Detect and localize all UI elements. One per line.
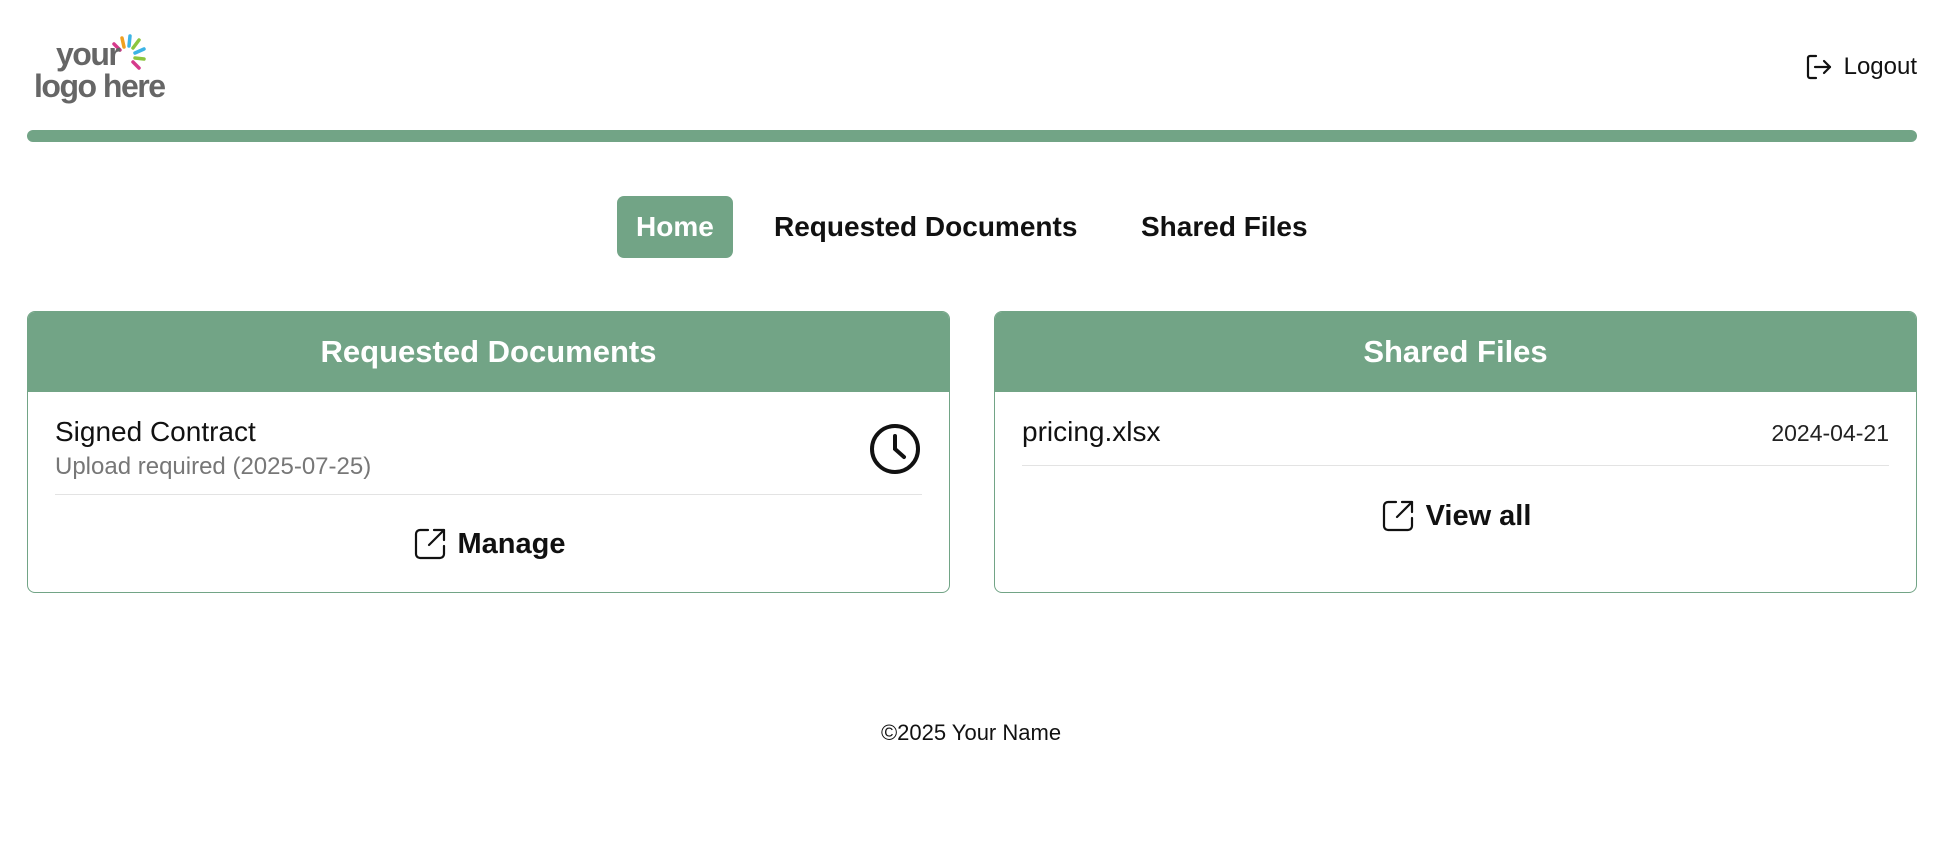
manage-label: Manage bbox=[457, 527, 566, 560]
clock-icon bbox=[870, 424, 920, 474]
logout-icon bbox=[1806, 54, 1831, 80]
header-accent-bar bbox=[27, 130, 1917, 142]
file-name: pricing.xlsx bbox=[1022, 416, 1161, 447]
logo-text-line2: logo here bbox=[34, 68, 166, 104]
requested-documents-card: Requested Documents Signed Contract Uplo… bbox=[27, 311, 950, 593]
view-all-button[interactable]: View all bbox=[1022, 466, 1889, 566]
file-date: 2024-04-21 bbox=[1771, 420, 1889, 446]
view-all-label: View all bbox=[1425, 499, 1532, 532]
table-row[interactable]: pricing.xlsx 2024-04-21 bbox=[1022, 392, 1889, 466]
logo[interactable]: your logo here bbox=[34, 28, 174, 112]
tab-requested-documents[interactable]: Requested Documents bbox=[755, 196, 1096, 258]
logo-text-line1: your bbox=[56, 36, 121, 72]
manage-button[interactable]: Manage bbox=[55, 495, 922, 592]
document-status: Upload required (2025-07-25) bbox=[55, 453, 372, 480]
header: your logo here Logout bbox=[27, 0, 1917, 142]
document-title: Signed Contract bbox=[55, 416, 256, 447]
list-item[interactable]: Signed Contract Upload required (2025-07… bbox=[55, 392, 922, 495]
tab-shared-files[interactable]: Shared Files bbox=[1122, 196, 1327, 258]
shared-files-card: Shared Files pricing.xlsx 2024-04-21 Vie… bbox=[994, 311, 1917, 593]
main-nav: Home Requested Documents Shared Files bbox=[0, 196, 1942, 258]
external-link-icon bbox=[1382, 500, 1413, 532]
footer-copyright: ©2025 Your Name bbox=[880, 720, 1062, 745]
external-link-icon bbox=[414, 528, 445, 560]
logout-label: Logout bbox=[1843, 53, 1917, 80]
shared-files-card-title: Shared Files bbox=[995, 312, 1916, 392]
logout-button[interactable]: Logout bbox=[1804, 52, 1917, 82]
tab-home[interactable]: Home bbox=[617, 196, 733, 258]
requested-documents-card-title: Requested Documents bbox=[28, 312, 949, 392]
